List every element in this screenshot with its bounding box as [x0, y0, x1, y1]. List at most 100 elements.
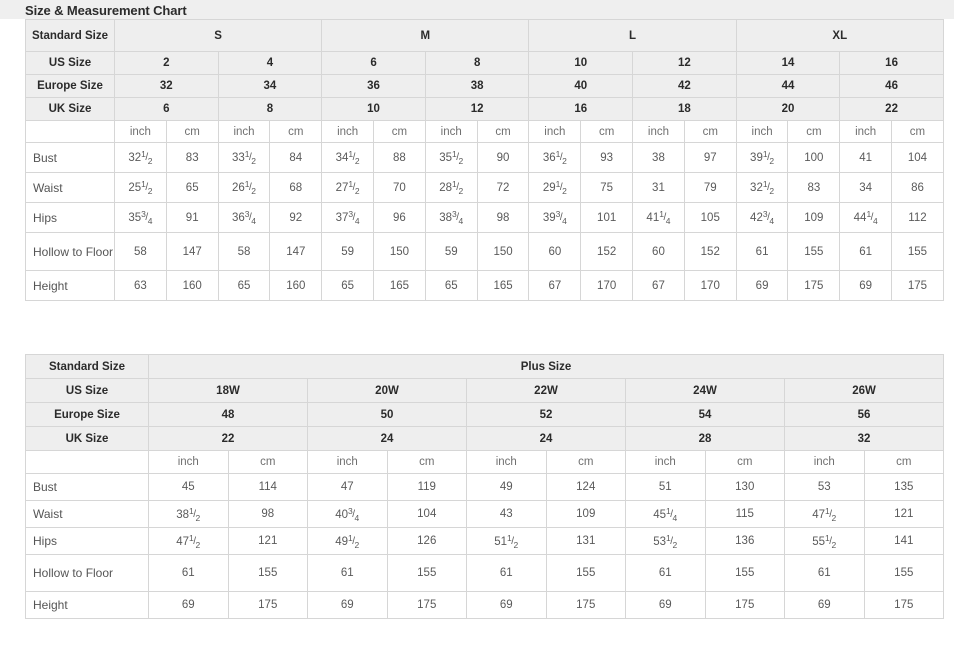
size-row-label: US Size [25, 378, 149, 403]
unit-header-row: inch cm inch cm inch cm inch cm inch cm inch cm inch… [25, 120, 944, 143]
fraction-whole: 29 [542, 182, 556, 194]
size-value-cell: 34 [217, 74, 323, 98]
fraction-value: 471/2 [176, 533, 200, 550]
size-group-header-xl: XL [735, 19, 944, 52]
size-value-cell: 18W [148, 378, 308, 403]
measurement-cell: 411/4 [632, 202, 685, 233]
measurement-cell: 423/4 [735, 202, 789, 233]
measurement-cell: 98 [227, 500, 308, 528]
measurement-cell: 61 [839, 232, 893, 271]
measurement-cell: 53 [784, 473, 865, 501]
unit-label-cm: cm [704, 450, 785, 474]
unit-label-inch: inch [424, 120, 478, 143]
fraction-value: 271/2 [336, 179, 360, 196]
measurement-cell: 175 [545, 591, 626, 619]
measurement-cell: 105 [683, 202, 737, 233]
fraction-whole: 35 [439, 152, 452, 164]
size-group-header-m: M [321, 19, 530, 52]
measurement-cell: 373/4 [321, 202, 375, 233]
measurement-cell: 65 [321, 270, 375, 301]
measurement-row-label: Hollow to Floor [25, 232, 115, 271]
measurement-cell: 45 [148, 473, 229, 501]
corner-label-cell: Standard Size [25, 354, 149, 379]
measurement-cell: 69 [784, 591, 865, 619]
measurement-row: Height 69 175 69 175 69 175 69 175 69 175 [25, 591, 945, 619]
measurement-cell: 141 [863, 527, 945, 555]
measurement-cell: 471/2 [148, 527, 229, 555]
fraction-whole: 40 [335, 508, 349, 521]
measurement-cell: 61 [735, 232, 789, 271]
size-value-cell: 52 [466, 402, 626, 427]
unit-label-cm: cm [545, 450, 626, 474]
measurement-cell: 61 [784, 554, 865, 592]
measurement-cell: 69 [839, 270, 893, 301]
measurement-cell: 175 [386, 591, 467, 619]
measurement-cell: 165 [373, 270, 426, 301]
size-row-label: UK Size [25, 426, 149, 451]
size-value-cell: 56 [783, 402, 945, 427]
measurement-cell: 175 [891, 270, 944, 301]
size-value-cell: 28 [625, 426, 785, 451]
fraction-denominator: 2 [562, 186, 567, 196]
measurement-cell: 441/4 [839, 202, 893, 233]
fraction-value: 363/4 [232, 209, 256, 226]
measurement-cell: 511/2 [466, 527, 547, 555]
fraction-whole: 42 [750, 212, 763, 224]
fraction-whole: 45 [653, 508, 667, 521]
fraction-value: 403/4 [335, 506, 359, 523]
size-value-cell: 32 [783, 426, 945, 451]
unit-label-inch: inch [632, 120, 685, 143]
size-value-cell: 40 [528, 74, 634, 98]
fraction-value: 393/4 [543, 209, 567, 226]
size-value-cell: 12 [424, 97, 530, 121]
fraction-whole: 39 [542, 212, 556, 224]
fraction-whole: 36 [542, 152, 556, 164]
size-group-header-s: S [113, 19, 323, 52]
measurement-cell: 531/2 [625, 527, 706, 555]
fraction-denominator: 2 [251, 186, 257, 196]
measurement-cell: 155 [227, 554, 308, 592]
measurement-row-label: Hips [25, 527, 149, 555]
size-value-cell: 36 [321, 74, 426, 98]
measurement-cell: 69 [307, 591, 388, 619]
measurement-cell: 175 [227, 591, 308, 619]
fraction-value: 383/4 [439, 209, 463, 226]
measurement-row: Hollow to Floor 61 155 61 155 61 155 61 155 61 155 [25, 554, 945, 592]
size-row: Europe Size 32 34 36 38 40 42 44 46 [25, 74, 944, 98]
unit-label-cm: cm [863, 450, 945, 474]
measurement-cell: 160 [269, 270, 323, 301]
measurement-cell: 65 [165, 172, 219, 203]
fraction-denominator: 2 [251, 156, 257, 166]
measurement-cell: 88 [373, 142, 426, 173]
measurement-row: Hips 471/2 121 491/2 126 511/2 131 531/2 136 551/… [25, 527, 945, 555]
fraction-value: 373/4 [336, 209, 360, 226]
unit-label-cm: cm [386, 450, 467, 474]
fraction-denominator: 4 [872, 216, 878, 226]
measurement-cell: 100 [787, 142, 841, 173]
fraction-whole: 49 [335, 535, 349, 548]
size-value-cell: 20W [307, 378, 467, 403]
measurement-row: Bust 45 114 47 119 49 124 51 130 53 135 [25, 473, 945, 501]
measurement-cell: 83 [165, 142, 219, 173]
measurement-cell: 150 [373, 232, 426, 271]
measurement-cell: 130 [704, 473, 785, 501]
measurement-cell: 361/2 [528, 142, 582, 173]
fraction-denominator: 2 [562, 156, 567, 166]
size-row: Europe Size 48 50 52 54 56 [25, 402, 945, 427]
measurement-cell: 114 [227, 473, 308, 501]
measurement-cell: 261/2 [217, 172, 271, 203]
measurement-cell: 451/4 [625, 500, 706, 528]
unit-label-inch: inch [735, 120, 789, 143]
fraction-denominator: 2 [769, 156, 775, 166]
measurement-cell: 70 [373, 172, 426, 203]
measurement-cell: 104 [386, 500, 467, 528]
measurement-cell: 403/4 [307, 500, 388, 528]
measurement-cell: 60 [632, 232, 685, 271]
fraction-value: 381/2 [176, 506, 200, 523]
measurement-cell: 112 [891, 202, 944, 233]
measurement-cell: 251/2 [114, 172, 167, 203]
measurement-cell: 147 [165, 232, 219, 271]
fraction-denominator: 2 [769, 186, 775, 196]
plus-size-group-header: Plus Size [147, 354, 945, 379]
plus-size-table-body: Standard Size Plus Size US Size 18W 20W 22W 24… [25, 354, 945, 619]
